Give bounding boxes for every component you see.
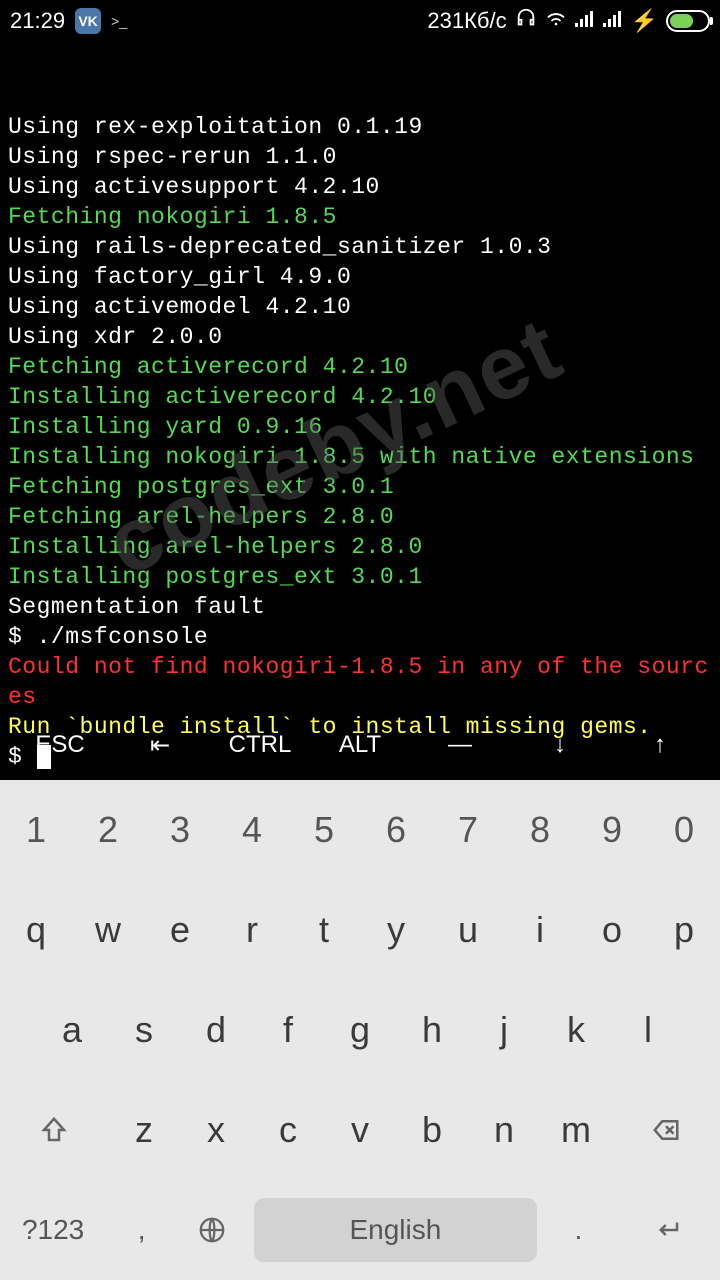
key-u[interactable]: u bbox=[432, 880, 504, 980]
key-j[interactable]: j bbox=[468, 980, 540, 1080]
key-r[interactable]: r bbox=[216, 880, 288, 980]
terminal-line: Using activemodel 4.2.10 bbox=[8, 292, 712, 322]
key-f[interactable]: f bbox=[252, 980, 324, 1080]
terminal-line: Run `bundle install` to install missing … bbox=[8, 712, 712, 742]
terminal-line: Installing nokogiri 1.8.5 with native ex… bbox=[8, 442, 712, 472]
key-p[interactable]: p bbox=[648, 880, 720, 980]
status-bar: 21:29 VK >_ 231Кб/с ⚡ bbox=[0, 0, 720, 42]
headset-icon bbox=[515, 7, 537, 35]
keyboard-row-3: zxcvbnm bbox=[0, 1080, 720, 1180]
key-y[interactable]: y bbox=[360, 880, 432, 980]
terminal-line: Installing postgres_ext 3.0.1 bbox=[8, 562, 712, 592]
signal-icon-2 bbox=[603, 10, 623, 33]
backspace-key[interactable] bbox=[612, 1080, 720, 1180]
key-o[interactable]: o bbox=[576, 880, 648, 980]
terminal-prompt: $ bbox=[8, 744, 37, 770]
key-t[interactable]: t bbox=[288, 880, 360, 980]
status-right: 231Кб/с ⚡ bbox=[427, 7, 710, 35]
key-s[interactable]: s bbox=[108, 980, 180, 1080]
terminal-line: $ ./msfconsole bbox=[8, 622, 712, 652]
period-key[interactable]: . bbox=[543, 1180, 614, 1280]
language-key[interactable] bbox=[177, 1180, 248, 1280]
status-time: 21:29 bbox=[10, 8, 65, 34]
terminal-output[interactable]: Using rex-exploitation 0.1.19Using rspec… bbox=[0, 42, 720, 710]
key-g[interactable]: g bbox=[324, 980, 396, 1080]
keyboard-row-2: asdfghjkl bbox=[0, 980, 720, 1080]
key-w[interactable]: w bbox=[72, 880, 144, 980]
key-z[interactable]: z bbox=[108, 1080, 180, 1180]
terminal-app-icon: >_ bbox=[111, 13, 127, 29]
comma-key[interactable]: , bbox=[106, 1180, 177, 1280]
terminal-line: Fetching nokogiri 1.8.5 bbox=[8, 202, 712, 232]
terminal-line: Installing yard 0.9.16 bbox=[8, 412, 712, 442]
battery-icon bbox=[666, 10, 710, 32]
cursor[interactable] bbox=[37, 745, 51, 769]
terminal-line: Segmentation fault bbox=[8, 592, 712, 622]
terminal-line: Fetching activerecord 4.2.10 bbox=[8, 352, 712, 382]
net-speed: 231Кб/с bbox=[427, 8, 506, 34]
key-a[interactable]: a bbox=[36, 980, 108, 1080]
key-d[interactable]: d bbox=[180, 980, 252, 1080]
soft-keyboard: 1234567890 qwertyuiop asdfghjkl zxcvbnm … bbox=[0, 780, 720, 1280]
terminal-line: Installing activerecord 4.2.10 bbox=[8, 382, 712, 412]
terminal-line: Could not find nokogiri-1.8.5 in any of … bbox=[8, 652, 712, 712]
shift-key[interactable] bbox=[0, 1080, 108, 1180]
key-h[interactable]: h bbox=[396, 980, 468, 1080]
key-n[interactable]: n bbox=[468, 1080, 540, 1180]
enter-key[interactable] bbox=[614, 1180, 720, 1280]
key-e[interactable]: e bbox=[144, 880, 216, 980]
status-left: 21:29 VK >_ bbox=[10, 8, 127, 34]
symbol-mode-key[interactable]: ?123 bbox=[0, 1180, 106, 1280]
terminal-line: Using xdr 2.0.0 bbox=[8, 322, 712, 352]
terminal-line: Using rspec-rerun 1.1.0 bbox=[8, 142, 712, 172]
key-k[interactable]: k bbox=[540, 980, 612, 1080]
key-l[interactable]: l bbox=[612, 980, 684, 1080]
key-i[interactable]: i bbox=[504, 880, 576, 980]
terminal-line: Using activesupport 4.2.10 bbox=[8, 172, 712, 202]
terminal-line: Using factory_girl 4.9.0 bbox=[8, 262, 712, 292]
spacebar[interactable]: English bbox=[254, 1198, 537, 1262]
key-x[interactable]: x bbox=[180, 1080, 252, 1180]
vk-app-icon: VK bbox=[75, 8, 101, 34]
key-c[interactable]: c bbox=[252, 1080, 324, 1180]
terminal-line: Using rails-deprecated_sanitizer 1.0.3 bbox=[8, 232, 712, 262]
terminal-line: Fetching arel-helpers 2.8.0 bbox=[8, 502, 712, 532]
charging-icon: ⚡ bbox=[631, 8, 658, 34]
terminal-line: Installing arel-helpers 2.8.0 bbox=[8, 532, 712, 562]
signal-icon bbox=[575, 10, 595, 33]
key-b[interactable]: b bbox=[396, 1080, 468, 1180]
key-q[interactable]: q bbox=[0, 880, 72, 980]
keyboard-bottom-row: ?123 , English . bbox=[0, 1180, 720, 1280]
keyboard-row-1: qwertyuiop bbox=[0, 880, 720, 980]
terminal-line: Fetching postgres_ext 3.0.1 bbox=[8, 472, 712, 502]
terminal-line: Using rex-exploitation 0.1.19 bbox=[8, 112, 712, 142]
key-m[interactable]: m bbox=[540, 1080, 612, 1180]
key-v[interactable]: v bbox=[324, 1080, 396, 1180]
wifi-icon bbox=[545, 7, 567, 35]
